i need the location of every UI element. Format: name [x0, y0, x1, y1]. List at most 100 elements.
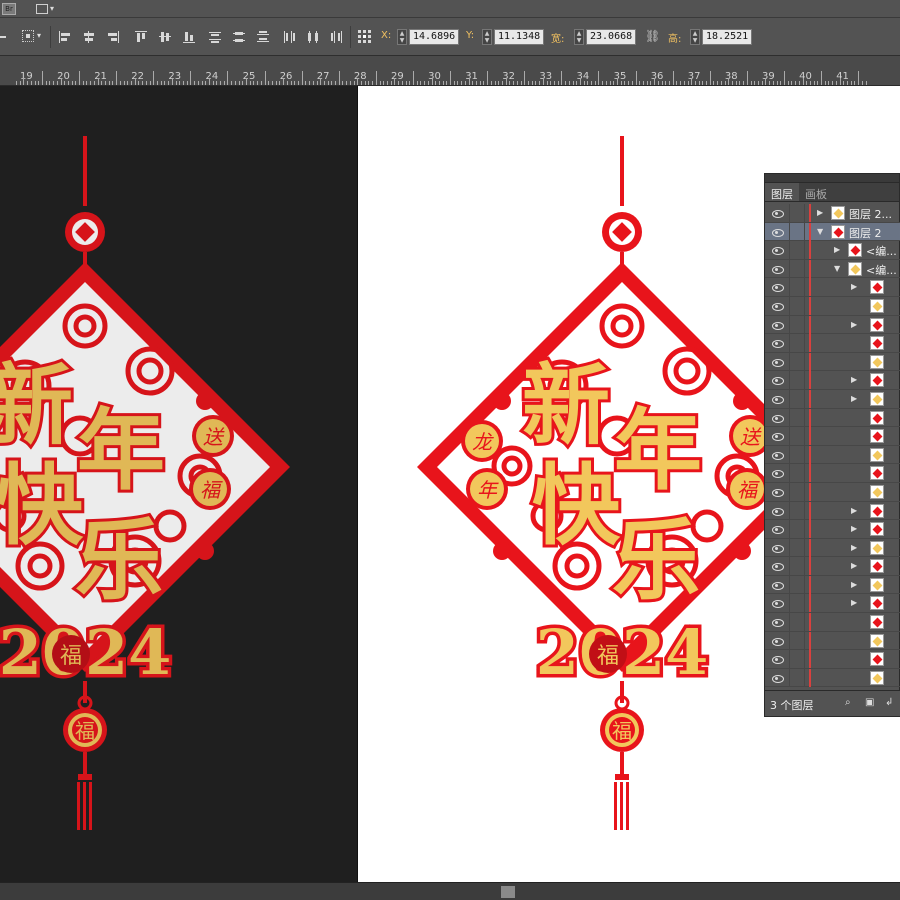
layer-row[interactable]: [765, 613, 900, 632]
collapsed-triangle-icon[interactable]: ▶: [851, 506, 857, 515]
lock-toggle[interactable]: [789, 520, 805, 539]
tab-layers[interactable]: 图层: [765, 183, 799, 201]
layer-row[interactable]: ▶: [765, 315, 900, 335]
lock-toggle[interactable]: [789, 557, 805, 576]
lock-toggle[interactable]: [789, 315, 805, 334]
visibility-eye-icon[interactable]: [771, 264, 784, 274]
visibility-eye-icon[interactable]: [771, 654, 784, 665]
lock-toggle[interactable]: [789, 204, 805, 222]
lock-toggle[interactable]: [789, 482, 805, 501]
layer-row[interactable]: ▼ 图层 2: [765, 222, 900, 242]
collapsed-triangle-icon[interactable]: ▶: [851, 598, 857, 607]
lock-toggle[interactable]: [789, 538, 805, 557]
lock-toggle[interactable]: [789, 371, 805, 390]
create-sublayer-icon[interactable]: ↲: [885, 697, 897, 709]
collapsed-triangle-icon[interactable]: ▶: [851, 282, 857, 291]
lock-toggle[interactable]: [789, 241, 805, 260]
collapsed-triangle-icon[interactable]: ▶: [851, 543, 857, 552]
lock-toggle[interactable]: [789, 575, 805, 594]
lock-toggle[interactable]: [789, 334, 805, 353]
layer-row[interactable]: ▶: [765, 520, 900, 539]
visibility-eye-icon[interactable]: [771, 375, 784, 386]
layer-row[interactable]: ▶: [765, 594, 900, 614]
collapsed-triangle-icon[interactable]: ▶: [851, 320, 857, 329]
layer-row[interactable]: [765, 408, 900, 428]
make-clipping-mask-icon[interactable]: ▣: [865, 697, 877, 709]
visibility-eye-icon[interactable]: [771, 543, 784, 553]
layer-row[interactable]: ▶ 图层 2...: [765, 204, 900, 223]
collapsed-triangle-icon[interactable]: ▶: [851, 524, 857, 533]
horizontal-scrollbar[interactable]: [0, 882, 900, 900]
visibility-eye-icon[interactable]: [771, 394, 784, 404]
collapsed-triangle-icon[interactable]: ▶: [851, 375, 857, 384]
lock-toggle[interactable]: [789, 427, 805, 446]
lock-toggle[interactable]: [789, 222, 805, 241]
layer-row[interactable]: [765, 352, 900, 372]
visibility-eye-icon[interactable]: [771, 282, 784, 293]
lock-toggle[interactable]: [789, 613, 805, 632]
visibility-eye-icon[interactable]: [771, 301, 784, 311]
visibility-eye-icon[interactable]: [771, 245, 784, 256]
layer-row[interactable]: [765, 482, 900, 502]
layer-name[interactable]: <编...: [866, 262, 897, 278]
lock-toggle[interactable]: [789, 668, 805, 687]
layer-row[interactable]: [765, 296, 900, 316]
layer-row[interactable]: ▶: [765, 371, 900, 390]
lock-toggle[interactable]: [789, 631, 805, 650]
ornament-outline-view[interactable]: [0, 136, 290, 830]
layer-name[interactable]: 图层 2...: [849, 206, 892, 222]
collapsed-triangle-icon[interactable]: ▶: [851, 394, 857, 403]
visibility-eye-icon[interactable]: [771, 580, 784, 590]
visibility-eye-icon[interactable]: [771, 673, 784, 683]
visibility-eye-icon[interactable]: [771, 617, 784, 628]
lock-toggle[interactable]: [789, 389, 805, 408]
panel-grip[interactable]: [765, 174, 899, 183]
visibility-eye-icon[interactable]: [771, 598, 784, 609]
lock-toggle[interactable]: [789, 259, 805, 278]
layer-row[interactable]: ▶: [765, 538, 900, 558]
lock-toggle[interactable]: [789, 408, 805, 427]
layer-row[interactable]: [765, 668, 900, 688]
scrollbar-thumb[interactable]: [501, 886, 515, 898]
expanded-triangle-icon[interactable]: ▼: [834, 264, 840, 273]
expanded-triangle-icon[interactable]: ▼: [817, 227, 823, 236]
visibility-eye-icon[interactable]: [771, 320, 784, 330]
visibility-eye-icon[interactable]: [771, 487, 784, 497]
lock-toggle[interactable]: [789, 352, 805, 371]
lock-toggle[interactable]: [789, 296, 805, 315]
lock-toggle[interactable]: [789, 650, 805, 669]
visibility-eye-icon[interactable]: [771, 524, 784, 535]
visibility-eye-icon[interactable]: [771, 413, 784, 423]
lock-toggle[interactable]: [789, 278, 805, 297]
layer-row[interactable]: ▶: [765, 501, 900, 521]
layer-row[interactable]: [765, 464, 900, 483]
visibility-eye-icon[interactable]: [771, 561, 784, 572]
lock-toggle[interactable]: [789, 445, 805, 464]
visibility-eye-icon[interactable]: [771, 431, 784, 442]
collapsed-triangle-icon[interactable]: ▶: [817, 208, 823, 217]
visibility-eye-icon[interactable]: [771, 227, 784, 237]
layer-row[interactable]: [765, 334, 900, 353]
lock-toggle[interactable]: [789, 501, 805, 520]
layer-row[interactable]: [765, 427, 900, 446]
lock-toggle[interactable]: [789, 594, 805, 613]
collapsed-triangle-icon[interactable]: ▶: [851, 561, 857, 570]
visibility-eye-icon[interactable]: [771, 636, 784, 646]
layer-name[interactable]: 图层 2: [849, 225, 882, 241]
visibility-eye-icon[interactable]: [771, 338, 784, 349]
collapsed-triangle-icon[interactable]: ▶: [834, 245, 840, 254]
layer-row[interactable]: [765, 631, 900, 651]
layer-row[interactable]: ▶: [765, 575, 900, 595]
locate-object-icon[interactable]: ⌕: [845, 697, 857, 709]
layer-row[interactable]: [765, 445, 900, 465]
layer-row[interactable]: ▼ <编...: [765, 259, 900, 279]
collapsed-triangle-icon[interactable]: ▶: [851, 580, 857, 589]
visibility-eye-icon[interactable]: [771, 506, 784, 516]
layer-row[interactable]: ▶: [765, 557, 900, 576]
tab-artboards[interactable]: 画板: [799, 183, 833, 201]
layer-row[interactable]: [765, 650, 900, 669]
layer-row[interactable]: ▶: [765, 278, 900, 297]
visibility-eye-icon[interactable]: [771, 208, 784, 218]
visibility-eye-icon[interactable]: [771, 357, 784, 367]
visibility-eye-icon[interactable]: [771, 468, 784, 479]
